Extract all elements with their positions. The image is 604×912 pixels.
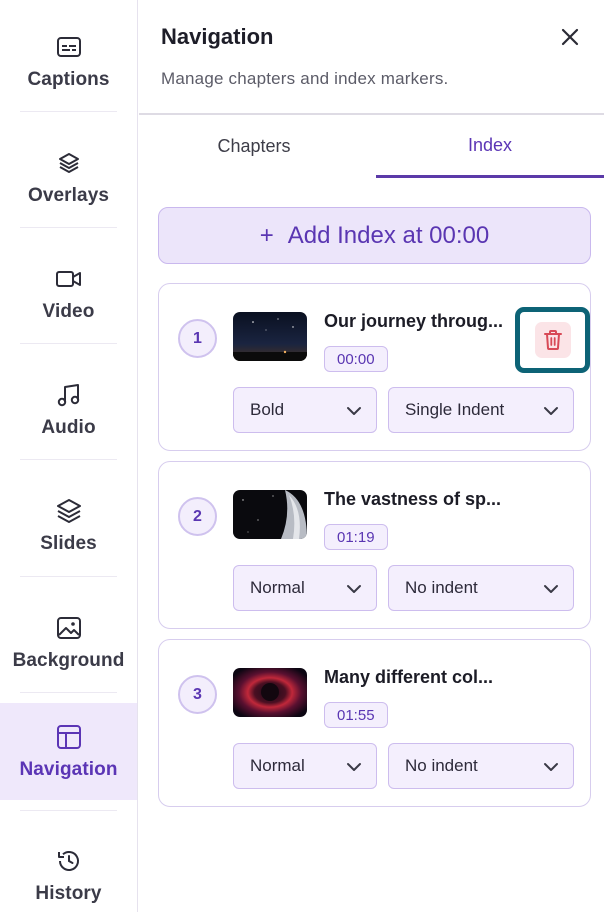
index-title: Many different col... (324, 667, 494, 687)
timestamp-badge[interactable]: 01:19 (324, 524, 388, 550)
sidebar-item-captions[interactable]: Captions (0, 14, 137, 110)
thumbnail-image (233, 312, 307, 361)
divider (20, 810, 117, 811)
sidebar-item-label: History (35, 883, 102, 904)
index-item: 3 Many different col... 01:55 Normal No … (158, 639, 591, 807)
video-camera-icon (55, 265, 83, 293)
divider (20, 459, 117, 460)
sidebar-item-label: Captions (27, 69, 110, 90)
sidebar-item-audio[interactable]: Audio (0, 362, 137, 458)
divider (20, 111, 117, 112)
chevron-down-icon (347, 763, 361, 771)
indent-select-value: Single Indent (405, 400, 505, 419)
style-select[interactable]: Normal (233, 565, 377, 611)
sidebar-item-background[interactable]: Background (0, 595, 137, 691)
add-index-label: Add Index at 00:00 (287, 221, 490, 249)
chevron-down-icon (347, 585, 361, 593)
close-button[interactable] (557, 24, 583, 50)
chevron-down-icon (544, 763, 558, 771)
sidebar-item-overlays[interactable]: Overlays (0, 130, 137, 226)
close-icon (561, 28, 579, 46)
panel-title: Navigation (161, 24, 274, 49)
index-item: 2 The vastness of sp... 01:19 Normal No … (158, 461, 591, 629)
indent-select[interactable]: No indent (388, 565, 574, 611)
indent-select[interactable]: No indent (388, 743, 574, 789)
navigation-panel: Navigation Manage chapters and index mar… (139, 0, 604, 912)
sidebar-item-slides[interactable]: Slides (0, 478, 137, 574)
add-index-button[interactable]: + Add Index at 00:00 (158, 207, 591, 264)
chevron-down-icon (347, 407, 361, 415)
history-icon (55, 847, 83, 875)
plus-icon: + (259, 221, 274, 249)
divider (20, 576, 117, 577)
image-icon (55, 614, 83, 642)
indent-select[interactable]: Single Indent (388, 387, 574, 433)
style-select-value: Normal (250, 756, 305, 775)
index-number: 1 (178, 319, 217, 358)
divider (20, 692, 117, 693)
layout-icon (55, 723, 83, 751)
panel-subtitle: Manage chapters and index markers. (161, 69, 449, 88)
layers-icon (55, 149, 83, 177)
style-select[interactable]: Bold (233, 387, 377, 433)
index-title: The vastness of sp... (324, 489, 502, 509)
trash-icon (543, 330, 562, 350)
divider (20, 227, 117, 228)
style-select-value: Normal (250, 578, 305, 597)
sidebar-item-label: Navigation (19, 758, 118, 780)
timestamp-badge[interactable]: 00:00 (324, 346, 388, 372)
sidebar-item-label: Slides (40, 533, 97, 554)
style-select-value: Bold (250, 400, 285, 419)
music-note-icon (55, 381, 83, 409)
indent-select-value: No indent (405, 756, 478, 775)
thumbnail-image (233, 490, 307, 539)
index-title: Our journey throug... (324, 311, 503, 331)
style-select[interactable]: Normal (233, 743, 377, 789)
slides-stack-icon (55, 497, 83, 525)
index-number: 3 (178, 675, 217, 714)
sidebar-item-label: Audio (41, 417, 96, 438)
sidebar-item-label: Background (12, 650, 125, 671)
sidebar: Captions Overlays Video Audio Slides Bac… (0, 0, 138, 912)
sidebar-item-label: Video (42, 301, 95, 322)
index-number: 2 (178, 497, 217, 536)
chevron-down-icon (544, 407, 558, 415)
tab-chapters[interactable]: Chapters (139, 115, 369, 178)
delete-button-bg (534, 322, 571, 358)
thumbnail-image (233, 668, 307, 717)
divider (20, 343, 117, 344)
sidebar-item-label: Overlays (27, 185, 110, 206)
delete-index-button[interactable] (515, 307, 590, 373)
indent-select-value: No indent (405, 578, 478, 597)
chevron-down-icon (544, 585, 558, 593)
timestamp-badge[interactable]: 01:55 (324, 702, 388, 728)
tab-index[interactable]: Index (376, 115, 604, 178)
sidebar-item-video[interactable]: Video (0, 246, 137, 342)
captions-icon (55, 33, 83, 61)
sidebar-item-navigation[interactable]: Navigation (0, 703, 137, 800)
sidebar-item-history[interactable]: History (0, 828, 137, 912)
